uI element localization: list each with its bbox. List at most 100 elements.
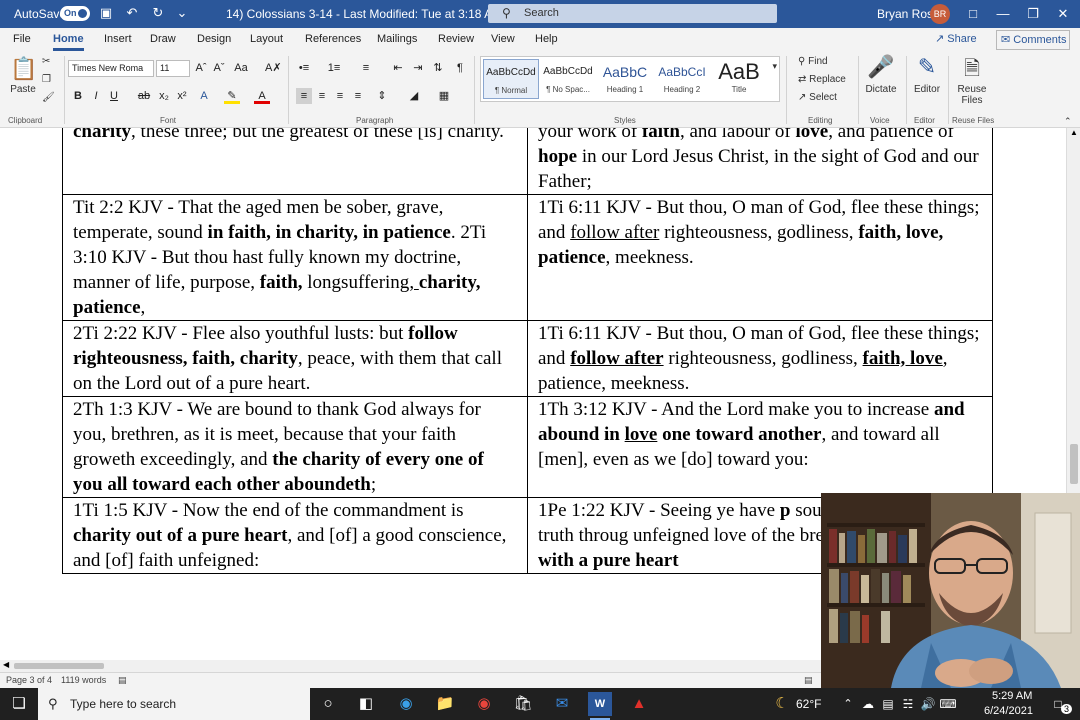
dictate-button[interactable]: Dictate xyxy=(862,84,900,95)
reuse-files-icon[interactable]: 🗎 xyxy=(958,54,986,88)
style-title[interactable]: AaB Title xyxy=(711,59,767,99)
store-icon[interactable]: 🛍 xyxy=(511,692,535,716)
select-button[interactable]: ↗ Select xyxy=(798,92,837,103)
proofing-icon[interactable]: ▤ xyxy=(118,673,127,688)
superscript-icon[interactable]: x² xyxy=(174,88,190,104)
clock-time[interactable]: 5:29 AM xyxy=(992,690,1032,702)
close-icon[interactable]: ✕ xyxy=(1048,0,1078,28)
windows-start-icon[interactable]: ❏ xyxy=(7,692,31,716)
restore-icon[interactable]: ❐ xyxy=(1018,0,1048,28)
page-count[interactable]: Page 3 of 4 xyxy=(6,673,52,688)
comments-button[interactable]: ✉ Comments xyxy=(996,30,1070,50)
word-count[interactable]: 1119 words xyxy=(61,673,106,688)
reuse-files-button[interactable]: Reuse Files xyxy=(954,84,990,106)
table-cell-right[interactable]: 1Ti 6:11 KJV - But thou, O man of God, f… xyxy=(527,194,993,321)
line-spacing-icon[interactable]: ⇕ xyxy=(374,88,390,104)
tab-help[interactable]: Help xyxy=(535,33,558,45)
tab-home[interactable]: Home xyxy=(53,33,84,51)
align-right-icon[interactable]: ≡ xyxy=(332,88,348,104)
customize-toolbar-icon[interactable]: ⌄ xyxy=(174,5,190,21)
style-no-spacing[interactable]: AaBbCcDd ¶ No Spac... xyxy=(540,59,596,99)
paste-icon[interactable]: 📋 xyxy=(10,56,37,86)
weather-temperature[interactable]: 62°F xyxy=(796,697,821,711)
vertical-scroll-thumb[interactable] xyxy=(1070,444,1078,484)
save-icon[interactable]: ▣ xyxy=(98,5,114,21)
tab-layout[interactable]: Layout xyxy=(250,33,283,45)
tab-insert[interactable]: Insert xyxy=(104,33,132,45)
task-view-icon[interactable]: ◧ xyxy=(354,692,378,716)
change-case-icon[interactable]: Aa xyxy=(233,60,249,76)
table-cell-left[interactable]: Tit 2:2 KJV - That the aged men be sober… xyxy=(62,194,528,321)
focus-mode-icon[interactable]: ▤ xyxy=(804,673,813,688)
undo-icon[interactable]: ↶ xyxy=(124,5,140,21)
weather-icon[interactable]: ☾ xyxy=(770,692,794,716)
format-painter-icon[interactable]: 🖌 xyxy=(42,92,55,103)
file-explorer-icon[interactable]: 📁 xyxy=(433,692,457,716)
show-marks-icon[interactable]: ¶ xyxy=(452,60,468,76)
bullets-icon[interactable]: •≡ xyxy=(296,60,312,76)
cut-icon[interactable]: ✂ xyxy=(42,56,50,67)
tab-view[interactable]: View xyxy=(491,33,515,45)
replace-button[interactable]: ⇄ Replace xyxy=(798,74,846,85)
scroll-up-icon[interactable]: ▲ xyxy=(1070,128,1078,137)
table-cell-left[interactable]: 1Ti 1:5 KJV - Now the end of the command… xyxy=(62,497,528,574)
document-title[interactable]: 14) Colossians 3-14 - Last Modified: Tue… xyxy=(226,7,502,21)
table-cell-left[interactable]: 2Th 1:3 KJV - We are bound to thank God … xyxy=(62,396,528,498)
shading-icon[interactable]: ◢ xyxy=(406,88,422,104)
tab-file[interactable]: File xyxy=(13,33,31,45)
dictate-icon[interactable]: 🎤 xyxy=(864,54,898,80)
copy-icon[interactable]: ❐ xyxy=(42,74,51,85)
tab-mailings[interactable]: Mailings xyxy=(377,33,417,45)
shrink-font-icon[interactable]: Aˇ xyxy=(211,60,227,76)
chrome-icon[interactable]: ◉ xyxy=(472,692,496,716)
clear-formatting-icon[interactable]: A✗ xyxy=(265,60,282,76)
tab-draw[interactable]: Draw xyxy=(150,33,176,45)
underline-icon[interactable]: U xyxy=(106,88,122,104)
multilevel-list-icon[interactable]: ≡ xyxy=(358,60,374,76)
redo-icon[interactable]: ↻ xyxy=(150,5,166,21)
justify-icon[interactable]: ≡ xyxy=(350,88,366,104)
grow-font-icon[interactable]: Aˆ xyxy=(193,60,209,76)
tab-design[interactable]: Design xyxy=(197,33,231,45)
strikethrough-icon[interactable]: ab xyxy=(136,88,152,104)
taskbar-search-input[interactable]: ⚲ Type here to search xyxy=(38,688,310,720)
tab-references[interactable]: References xyxy=(305,33,361,45)
font-name-select[interactable]: Times New Roma xyxy=(68,60,154,77)
highlight-icon[interactable]: ✎ xyxy=(224,88,240,104)
align-left-icon[interactable]: ≡ xyxy=(296,88,312,104)
minimize-icon[interactable]: — xyxy=(988,0,1018,28)
sort-icon[interactable]: ⇅ xyxy=(430,60,446,76)
mail-icon[interactable]: ✉ xyxy=(550,692,574,716)
font-size-select[interactable]: 11 xyxy=(156,60,190,77)
numbering-icon[interactable]: 1≡ xyxy=(326,60,342,76)
table-cell-left[interactable]: 2Ti 2:22 KJV - Flee also youthful lusts:… xyxy=(62,320,528,397)
styles-more-icon[interactable]: ▾ xyxy=(772,61,777,72)
text-effects-icon[interactable]: A xyxy=(196,88,212,104)
editor-button[interactable]: Editor xyxy=(910,84,944,95)
decrease-indent-icon[interactable]: ⇤ xyxy=(390,60,406,76)
subscript-icon[interactable]: x₂ xyxy=(156,88,172,104)
scroll-left-icon[interactable]: ◀ xyxy=(3,660,9,669)
acrobat-icon[interactable]: ▲ xyxy=(627,692,651,716)
avatar[interactable]: BR xyxy=(930,4,950,24)
editor-icon[interactable]: ✎ xyxy=(912,54,942,80)
table-cell-right[interactable]: 1Ti 6:11 KJV - But thou, O man of God, f… xyxy=(527,320,993,397)
increase-indent-icon[interactable]: ⇥ xyxy=(410,60,426,76)
ribbon-display-icon[interactable]: □ xyxy=(958,0,988,28)
find-button[interactable]: ⚲ Find xyxy=(798,56,828,67)
cortana-icon[interactable]: ○ xyxy=(316,692,340,716)
horizontal-scroll-thumb[interactable] xyxy=(14,663,104,669)
tab-review[interactable]: Review xyxy=(438,33,474,45)
align-center-icon[interactable]: ≡ xyxy=(314,88,330,104)
table-cell-left[interactable]: charity, these three; but the greatest o… xyxy=(62,128,528,195)
font-color-icon[interactable]: A xyxy=(254,88,270,104)
table-cell-right[interactable]: 1Th 3:12 KJV - And the Lord make you to … xyxy=(527,396,993,498)
style-normal[interactable]: AaBbCcDd ¶ Normal xyxy=(483,59,539,99)
borders-icon[interactable]: ▦ xyxy=(436,88,452,104)
word-icon[interactable]: W xyxy=(588,692,612,720)
italic-icon[interactable]: I xyxy=(88,88,104,104)
bold-icon[interactable]: B xyxy=(70,88,86,104)
collapse-ribbon-icon[interactable]: ⌃ xyxy=(1064,116,1072,127)
clock-date[interactable]: 6/24/2021 xyxy=(984,705,1033,717)
share-button[interactable]: ↗ Share xyxy=(935,32,977,45)
